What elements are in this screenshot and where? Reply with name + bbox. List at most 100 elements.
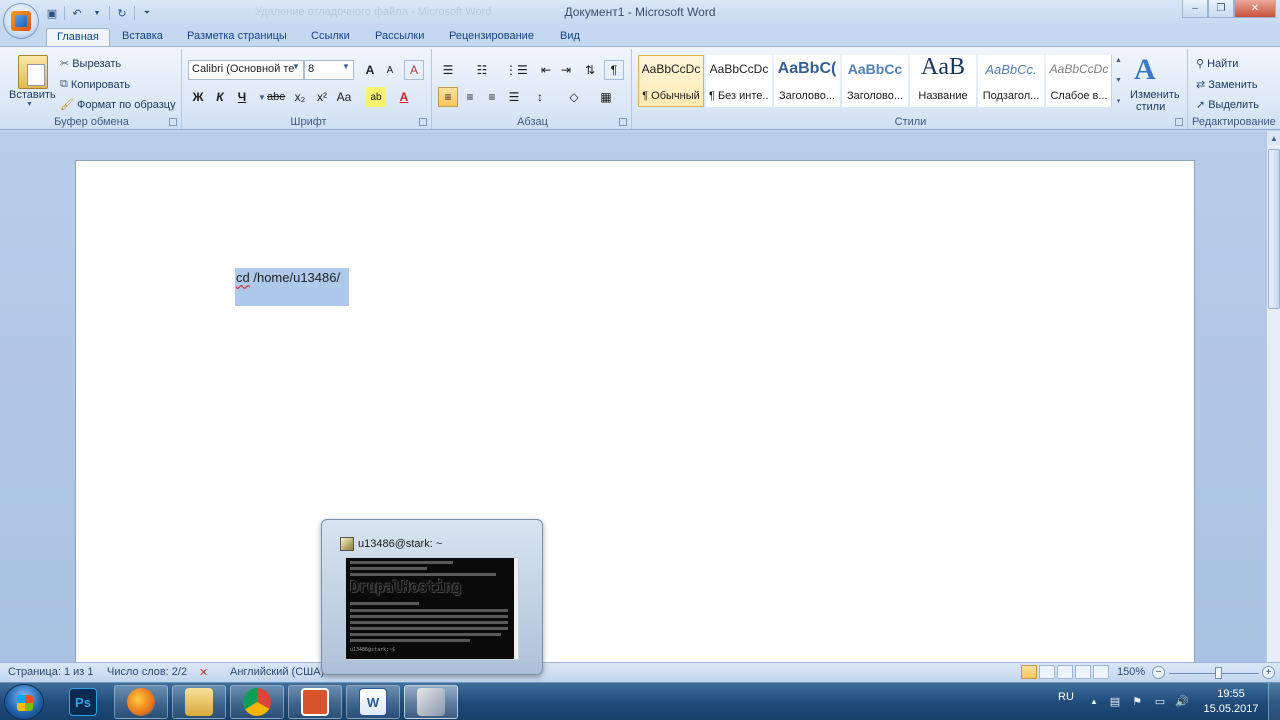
network-tray-icon[interactable]: ▤ <box>1108 695 1122 709</box>
font-launcher-icon[interactable] <box>419 118 427 126</box>
word-count[interactable]: Число слов: 2/2 <box>107 666 187 678</box>
maximize-button[interactable]: ❐ <box>1208 0 1234 18</box>
show-hidden-icons[interactable]: ▲ <box>1087 695 1101 709</box>
italic-button[interactable]: К <box>210 87 230 107</box>
tab-references[interactable]: Ссылки <box>301 28 360 46</box>
underline-button[interactable]: Ч <box>232 87 252 107</box>
tab-review[interactable]: Рецензирование <box>439 28 544 46</box>
select-button[interactable]: ➚ Выделить <box>1196 98 1259 112</box>
zoom-level[interactable]: 150% <box>1117 666 1145 678</box>
flag-tray-icon[interactable]: ⚑ <box>1130 695 1144 709</box>
taskbar-photoshop[interactable]: Ps <box>56 685 110 719</box>
zoom-in-icon[interactable]: + <box>1262 666 1275 679</box>
line-spacing-icon[interactable]: ↕ <box>530 87 550 107</box>
outline-icon[interactable] <box>1075 665 1091 679</box>
taskbar-app[interactable] <box>288 685 342 719</box>
clipboard-launcher-icon[interactable] <box>169 118 177 126</box>
bullets-icon[interactable]: ☰ <box>438 60 458 80</box>
terminal-thumbnail[interactable]: DrupalHosting u13486@stark:~$ <box>345 557 519 660</box>
zoom-slider-thumb[interactable] <box>1215 667 1222 679</box>
document-text[interactable]: cd /home/u13486/ <box>236 270 340 285</box>
full-screen-reading-icon[interactable] <box>1039 665 1055 679</box>
style-heading-2[interactable]: AaBbCc Заголово... <box>842 55 908 107</box>
taskbar-chrome[interactable] <box>230 685 284 719</box>
monitor-tray-icon[interactable]: ▭ <box>1153 695 1167 709</box>
minimize-button[interactable]: – <box>1182 0 1208 18</box>
print-layout-icon[interactable] <box>1021 665 1037 679</box>
paste-button[interactable]: Вставить <box>9 89 56 101</box>
align-right-icon[interactable]: ≡ <box>482 87 502 107</box>
misspelled-word[interactable]: cd <box>236 270 250 285</box>
close-button[interactable]: ✕ <box>1234 0 1276 18</box>
superscript-button[interactable]: x² <box>312 87 332 107</box>
style-heading-1[interactable]: AaBbC( Заголово... <box>774 55 840 107</box>
decrease-indent-icon[interactable]: ⇤ <box>536 60 556 80</box>
zoom-slider[interactable] <box>1169 673 1259 674</box>
cut-button[interactable]: ✂ Вырезать <box>60 57 121 71</box>
start-button[interactable] <box>4 684 44 720</box>
tab-insert[interactable]: Вставка <box>112 28 173 46</box>
proofing-icon[interactable]: ✕ <box>199 666 208 679</box>
taskbar-explorer[interactable] <box>172 685 226 719</box>
taskbar-word[interactable]: W <box>346 685 400 719</box>
strikethrough-button[interactable]: abe <box>266 87 286 107</box>
paste-icon[interactable] <box>18 55 48 89</box>
show-marks-button[interactable]: ¶ <box>604 60 624 80</box>
shading-icon[interactable]: ◇ <box>564 87 584 107</box>
tab-page-layout[interactable]: Разметка страницы <box>177 28 297 46</box>
change-styles-label-2[interactable]: стили <box>1136 101 1165 113</box>
clear-formatting-button[interactable]: A <box>404 60 424 80</box>
style-title[interactable]: AaB Название <box>910 54 976 107</box>
taskbar-firefox[interactable] <box>114 685 168 719</box>
zoom-out-icon[interactable]: − <box>1152 666 1165 679</box>
font-name-dropdown-icon[interactable]: ▼ <box>292 62 302 71</box>
page-count[interactable]: Страница: 1 из 1 <box>8 666 94 678</box>
style-subtitle[interactable]: AaBbCc. Подзагол... <box>978 55 1044 107</box>
scrollbar-thumb[interactable] <box>1268 149 1280 309</box>
borders-icon[interactable]: ▦ <box>596 87 616 107</box>
style-no-spacing[interactable]: AaBbCcDc ¶ Без инте... <box>706 55 772 107</box>
taskbar-putty[interactable] <box>404 685 458 719</box>
language-indicator[interactable]: Английский (США) <box>230 666 324 678</box>
grow-font-button[interactable]: A <box>360 60 380 80</box>
draft-icon[interactable] <box>1093 665 1109 679</box>
office-button[interactable] <box>3 3 39 39</box>
change-styles-label-1[interactable]: Изменить <box>1130 89 1180 101</box>
document-path-text[interactable]: /home/u13486/ <box>250 270 340 285</box>
multilevel-list-icon[interactable]: ⋮☰ <box>504 60 529 80</box>
web-layout-icon[interactable] <box>1057 665 1073 679</box>
styles-gallery-scroll[interactable]: ▲ ▼ ▾ <box>1111 55 1125 107</box>
tab-view[interactable]: Вид <box>550 28 590 46</box>
font-size-dropdown-icon[interactable]: ▼ <box>342 62 352 71</box>
align-center-icon[interactable]: ≡ <box>460 87 480 107</box>
bold-button[interactable]: Ж <box>188 87 208 107</box>
style-normal[interactable]: AaBbCcDc ¶ Обычный <box>638 55 704 107</box>
copy-button[interactable]: ⧉ Копировать <box>60 78 130 91</box>
change-styles-icon[interactable]: A <box>1134 53 1156 87</box>
replace-button[interactable]: ⇄ Заменить <box>1196 78 1258 92</box>
paragraph-launcher-icon[interactable] <box>619 118 627 126</box>
font-color-icon[interactable]: A <box>394 87 414 107</box>
subscript-button[interactable]: x₂ <box>290 87 310 107</box>
font-name-field[interactable]: Calibri (Основной те ▼ <box>188 60 304 80</box>
highlight-icon[interactable]: ab <box>366 87 386 107</box>
font-size-field[interactable]: 8 ▼ <box>304 60 354 80</box>
tab-mailings[interactable]: Рассылки <box>365 28 434 46</box>
vertical-scrollbar[interactable]: ▲ <box>1266 131 1280 662</box>
system-clock[interactable]: 19:55 15.05.2017 <box>1198 687 1264 717</box>
styles-launcher-icon[interactable] <box>1175 118 1183 126</box>
numbering-icon[interactable]: ☷ <box>472 60 492 80</box>
scroll-up-arrow-icon[interactable]: ▲ <box>1267 131 1280 145</box>
find-button[interactable]: ⚲ Найти <box>1196 57 1238 71</box>
scroll-up-icon[interactable]: ▲ <box>1115 57 1122 64</box>
more-styles-icon[interactable]: ▾ <box>1117 97 1121 105</box>
sort-icon[interactable]: ⇅ <box>580 60 600 80</box>
language-bar[interactable]: RU <box>1058 691 1074 703</box>
scroll-down-icon[interactable]: ▼ <box>1115 77 1122 84</box>
format-painter-button[interactable]: 🖌 Формат по образцу <box>60 98 176 112</box>
tab-home[interactable]: Главная <box>46 28 110 46</box>
style-subtle-emphasis[interactable]: AaBbCcDc Слабое в... <box>1046 55 1112 107</box>
document-page[interactable] <box>75 160 1195 680</box>
paste-dropdown-icon[interactable]: ▼ <box>26 101 33 108</box>
align-left-icon[interactable]: ≡ <box>438 87 458 107</box>
